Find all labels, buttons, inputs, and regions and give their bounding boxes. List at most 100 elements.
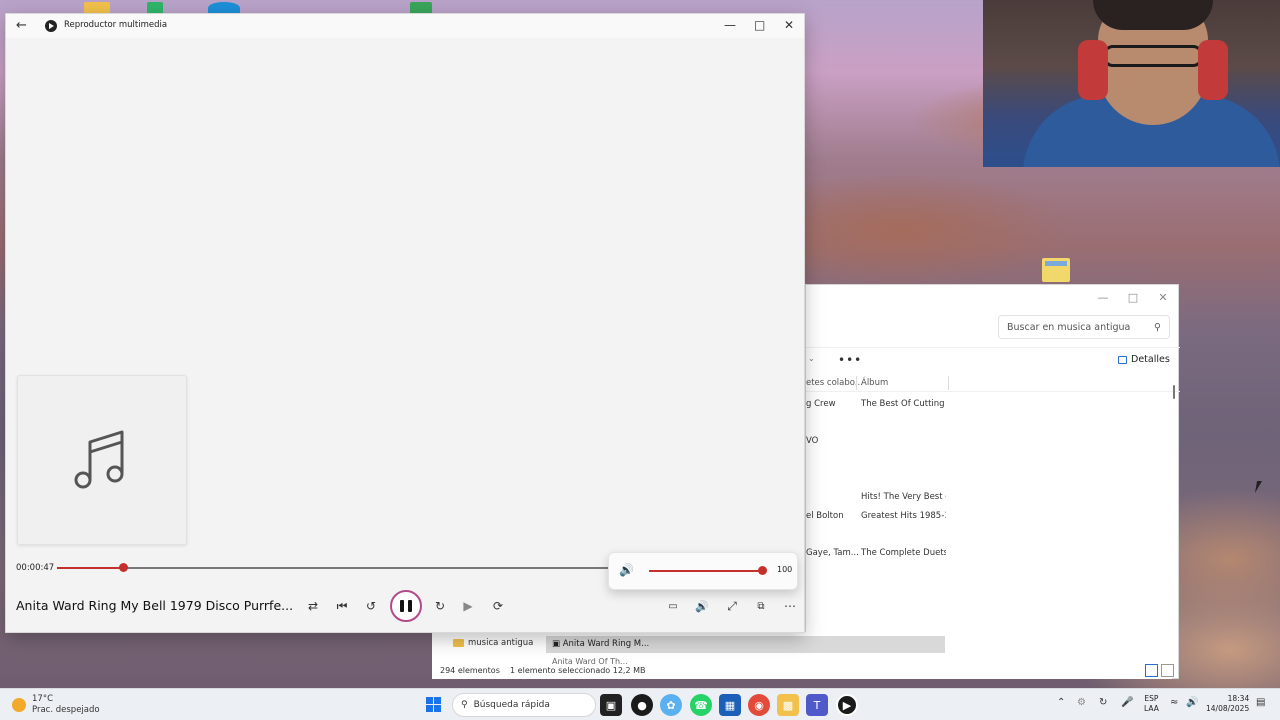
forward-30-icon[interactable]: ↻: [430, 596, 450, 616]
task-view-icon[interactable]: ▣: [600, 694, 622, 716]
explorer-search-placeholder: Buscar en musica antigua: [1007, 321, 1131, 333]
cell-album: Hits! The Very Best of...: [861, 492, 946, 502]
file-icon: ▣: [552, 639, 563, 649]
explorer-titlebar: — □ ✕: [806, 285, 1178, 307]
chevron-up-icon[interactable]: ⌃: [1057, 697, 1065, 708]
player-titlebar: ← Reproductor multimedia — □ ✕: [6, 14, 804, 38]
tray-app-icon[interactable]: ⚙: [1077, 697, 1086, 708]
sync-icon[interactable]: ↻: [1099, 697, 1107, 708]
app-icon-store[interactable]: ▦: [719, 694, 741, 716]
pause-icon-bar: [408, 600, 412, 612]
start-button[interactable]: [426, 697, 441, 712]
app-icon-teams[interactable]: T: [806, 694, 828, 716]
windows-logo-tile: [426, 705, 433, 712]
seek-bar-fill: [57, 567, 124, 569]
webcam-hair: [1093, 0, 1213, 30]
volume-value: 100: [777, 565, 793, 574]
weather-sun-icon: [12, 698, 26, 712]
app-icon-file-explorer[interactable]: ▩: [777, 694, 799, 716]
app-icon-whatsapp[interactable]: ☎: [690, 694, 712, 716]
app-icon-github[interactable]: ●: [631, 694, 653, 716]
nav-item-folder[interactable]: musica antigua: [453, 638, 533, 648]
folder-label: musica antigua: [468, 638, 534, 648]
volume-slider[interactable]: [649, 570, 762, 572]
repeat-icon[interactable]: ⟳: [488, 596, 508, 616]
microphone-icon[interactable]: 🎤: [1121, 697, 1133, 708]
app-icon-media-player[interactable]: ▶: [836, 694, 858, 716]
pause-button[interactable]: [390, 590, 422, 622]
clock[interactable]: 18:34 14/08/2025: [1206, 694, 1249, 714]
next-icon[interactable]: ▶: [458, 596, 478, 616]
details-view-icon[interactable]: [1145, 664, 1158, 677]
column-separator[interactable]: [948, 376, 949, 390]
back-arrow-icon[interactable]: ←: [16, 18, 27, 33]
cell-artist: el Bolton: [806, 511, 844, 521]
search-icon: ⚲: [461, 700, 468, 710]
windows-logo-tile: [434, 705, 441, 712]
more-icon[interactable]: ⋯: [780, 596, 800, 616]
app-icon-copilot[interactable]: ✿: [660, 694, 682, 716]
status-bar: 294 elementos 1 elemento seleccionado 12…: [440, 666, 646, 675]
maximize-icon[interactable]: □: [754, 18, 765, 32]
selected-file-name: Anita Ward Ring M...: [562, 639, 650, 649]
selected-file-row[interactable]: ▣ Anita Ward Ring M...: [546, 636, 945, 653]
previous-icon[interactable]: ⏮: [332, 596, 352, 616]
close-icon[interactable]: ✕: [784, 18, 794, 32]
folder-icon: [453, 639, 464, 647]
column-header-album[interactable]: Álbum: [861, 378, 888, 388]
miniplayer-icon[interactable]: ⧉: [751, 596, 771, 616]
close-icon[interactable]: ✕: [1151, 288, 1175, 306]
maximize-icon[interactable]: □: [1121, 288, 1145, 306]
file-explorer-window: — □ ✕ Buscar en musica antigua ⚲ ⌄ ••• D…: [805, 284, 1180, 679]
search-icon: ⚲: [1154, 321, 1161, 333]
details-button[interactable]: Detalles: [1118, 354, 1170, 365]
volume-icon[interactable]: 🔊: [692, 596, 712, 616]
headphone-right: [1198, 40, 1228, 100]
cell-album: The Best Of Cutting ...: [861, 399, 946, 409]
speaker-icon[interactable]: 🔊: [1186, 697, 1198, 708]
column-header-artists[interactable]: etes colabo...: [806, 378, 863, 388]
next-file-name: Anita Ward Of Th...: [552, 657, 628, 666]
music-note-icon: [74, 430, 124, 489]
seek-bar[interactable]: [57, 563, 610, 572]
details-label: Detalles: [1131, 354, 1170, 365]
notifications-icon[interactable]: ▤: [1256, 697, 1265, 708]
volume-slider-handle[interactable]: [758, 566, 767, 575]
sticky-notes-icon[interactable]: [1042, 258, 1070, 282]
captions-icon[interactable]: ▭: [663, 596, 683, 616]
window-title: Reproductor multimedia: [64, 20, 168, 30]
app-icon-chrome[interactable]: ◉: [748, 694, 770, 716]
shuffle-icon[interactable]: ⇄: [303, 596, 323, 616]
fullscreen-icon[interactable]: ⤢: [722, 596, 742, 616]
sticky-notes-band: [1045, 261, 1067, 266]
chevron-down-icon[interactable]: ⌄: [808, 354, 815, 363]
explorer-scrollbar[interactable]: [1173, 385, 1175, 399]
language-indicator[interactable]: ESP LAA: [1144, 694, 1159, 714]
cell-artist: Gaye, Tam...: [806, 548, 859, 558]
cell-artist: g Crew: [806, 399, 836, 409]
details-pane-icon: [1118, 355, 1127, 364]
tiles-view-icon[interactable]: [1161, 664, 1174, 677]
taskbar-search-label: Búsqueda rápida: [473, 700, 550, 710]
weather-widget[interactable]: 17°C Prac. despejado: [12, 694, 100, 716]
status-count: 294 elementos: [440, 666, 500, 675]
cell-album: The Complete Duets: [861, 548, 946, 558]
column-separator[interactable]: [856, 376, 857, 390]
minimize-icon[interactable]: —: [1091, 288, 1115, 306]
language-code: ESP: [1144, 694, 1159, 703]
explorer-search-input[interactable]: Buscar en musica antigua ⚲: [998, 315, 1170, 339]
taskbar-search[interactable]: ⚲ Búsqueda rápida: [452, 693, 596, 717]
minimize-icon[interactable]: —: [724, 18, 736, 32]
more-options-icon[interactable]: •••: [838, 353, 862, 367]
media-player-window: ← Reproductor multimedia — □ ✕ 00:00:47 …: [5, 13, 805, 633]
file-row[interactable]: Anita Ward Of Th...: [552, 657, 628, 666]
seek-bar-handle[interactable]: [119, 563, 129, 572]
speaker-icon[interactable]: 🔊: [619, 563, 634, 577]
rewind-10-icon[interactable]: ↺: [361, 596, 381, 616]
wifi-icon[interactable]: ≈: [1170, 697, 1178, 708]
status-selected: 1 elemento seleccionado 12,2 MB: [510, 666, 646, 675]
webcam-overlay: [983, 0, 1280, 167]
headphone-left: [1078, 40, 1108, 100]
explorer-column-headers: etes colabo... Álbum: [806, 376, 1180, 392]
temperature: 17°C: [32, 694, 54, 704]
